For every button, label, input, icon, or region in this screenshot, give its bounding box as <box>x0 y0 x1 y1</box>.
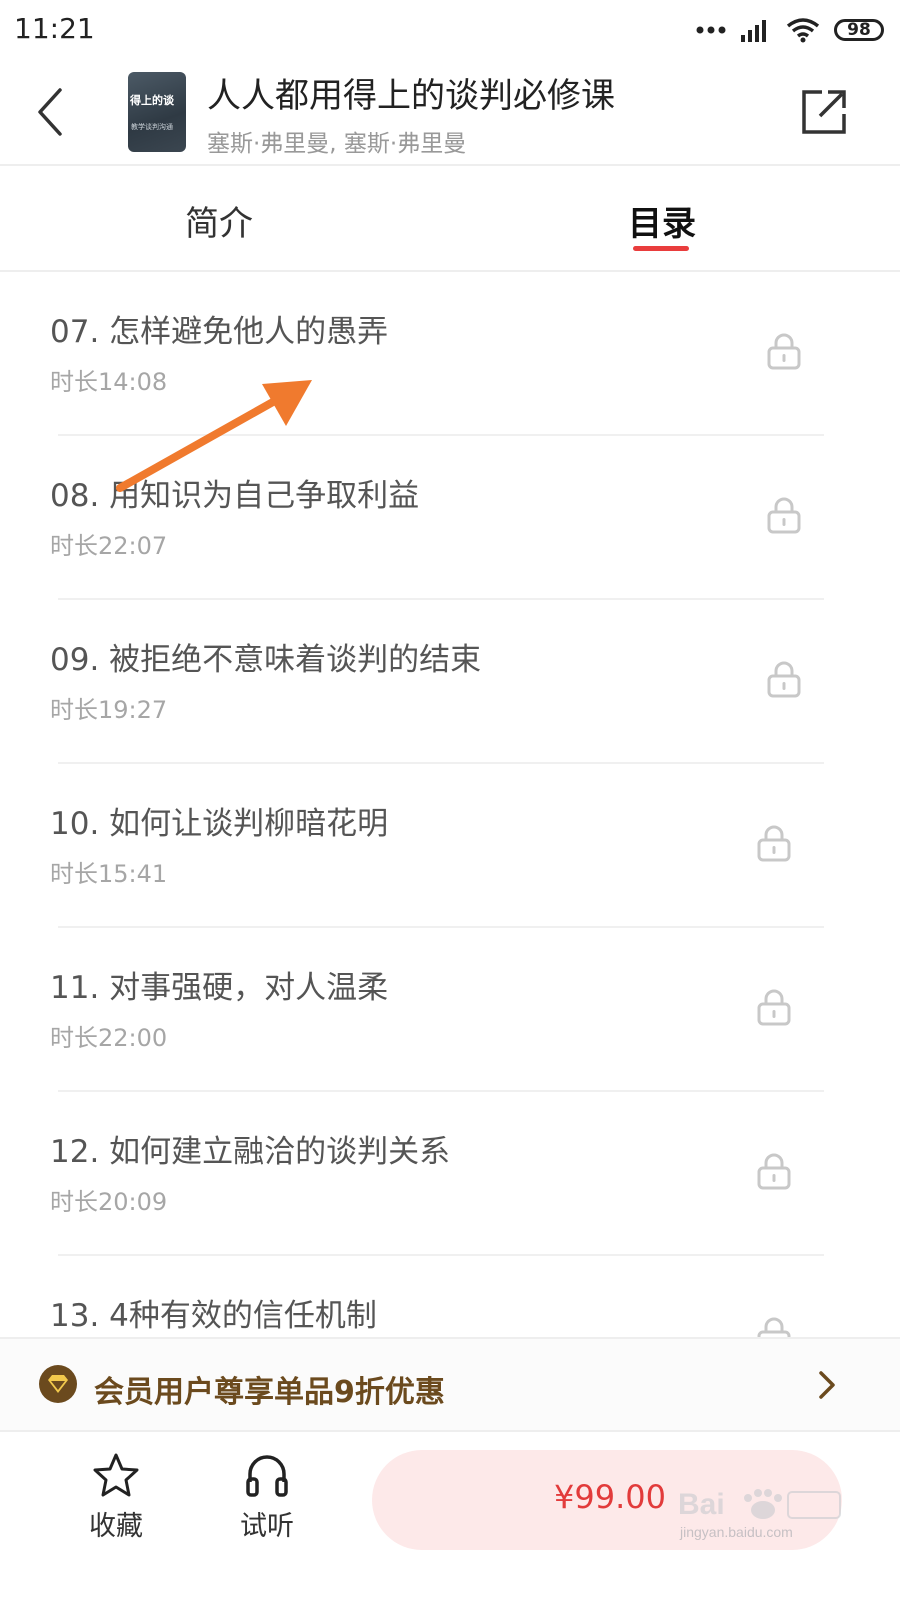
chapter-row[interactable]: 12. 如何建立融洽的谈判关系时长20:09 <box>0 1092 900 1256</box>
svg-text:Bai: Bai <box>678 1488 725 1521</box>
chapter-title: 09. 被拒绝不意味着谈判的结束 <box>50 642 482 678</box>
chapter-title: 07. 怎样避免他人的愚弄 <box>50 314 389 350</box>
lock-icon <box>767 661 801 698</box>
active-tab-indicator <box>633 246 689 251</box>
trial-listen-label: 试听 <box>240 1511 294 1542</box>
chapter-duration: 时长22:00 <box>50 1024 168 1052</box>
trial-listen-button[interactable]: 试听 <box>207 1452 327 1562</box>
signal-icon <box>741 20 766 42</box>
book-authors: 塞斯·弗里曼, 塞斯·弗里曼 <box>207 131 467 157</box>
baidu-jingyan-logo: Bai <box>678 1488 841 1521</box>
chapter-row[interactable]: 13. 4种有效的信任机制 <box>0 1256 900 1338</box>
back-arrow-icon <box>38 88 62 136</box>
favorite-button[interactable]: 收藏 <box>56 1452 176 1562</box>
back-button[interactable] <box>30 82 74 142</box>
cover-title: 得上的谈 <box>130 94 174 107</box>
lock-icon <box>757 1317 791 1338</box>
chapter-title: 13. 4种有效的信任机制 <box>50 1298 377 1334</box>
more-dots-icon <box>696 26 726 34</box>
chapter-row[interactable]: 10. 如何让谈判柳暗花明时长15:41 <box>0 764 900 928</box>
battery-level: 98 <box>847 20 871 40</box>
chapter-row[interactable]: 09. 被拒绝不意味着谈判的结束时长19:27 <box>0 600 900 764</box>
chapter-duration: 时长22:07 <box>50 532 168 560</box>
lock-icon <box>767 333 801 370</box>
watermark-url: jingyan.baidu.com <box>680 1524 793 1540</box>
member-discount-text: 会员用户尊享单品9折优惠 <box>94 1375 445 1410</box>
price: ¥99.00 <box>554 1478 666 1516</box>
wifi-icon <box>786 18 820 43</box>
cover-subtitle: 教学谈判沟通 <box>131 123 173 131</box>
annotation-arrow-icon <box>116 380 312 492</box>
status-time: 11:21 <box>14 12 95 45</box>
book-title: 人人都用得上的谈判必修课 <box>207 76 615 116</box>
share-button[interactable] <box>800 86 848 136</box>
vip-diamond-icon <box>39 1365 77 1403</box>
chapter-title: 12. 如何建立融洽的谈判关系 <box>50 1134 451 1170</box>
chevron-right-icon <box>819 1371 835 1399</box>
book-cover: 得上的谈 教学谈判沟通 <box>128 72 186 152</box>
lock-icon <box>767 497 801 534</box>
tab-catalog[interactable]: 目录 <box>628 196 696 245</box>
lock-icon <box>757 989 791 1026</box>
chapter-title: 10. 如何让谈判柳暗花明 <box>50 806 389 842</box>
header-divider <box>0 164 900 166</box>
favorite-label: 收藏 <box>89 1511 143 1542</box>
share-icon <box>802 90 846 134</box>
member-discount-banner[interactable]: 会员用户尊享单品9折优惠 <box>0 1339 900 1431</box>
status-bar: 11:21 98 <box>0 0 900 60</box>
headphones-icon <box>246 1455 288 1497</box>
lock-icon <box>757 1153 791 1190</box>
star-icon <box>93 1453 139 1497</box>
lock-icon <box>757 825 791 862</box>
chapter-row[interactable]: 11. 对事强硬，对人温柔时长22:00 <box>0 928 900 1092</box>
chapter-duration: 时长20:09 <box>50 1188 168 1216</box>
chapter-duration: 时长19:27 <box>50 696 168 724</box>
status-icons: 98 <box>696 14 884 46</box>
watermark: Bai jingyan.baidu.com <box>676 1484 846 1544</box>
tab-intro[interactable]: 简介 <box>185 196 253 245</box>
battery-icon: 98 <box>834 19 884 41</box>
chapter-title: 11. 对事强硬，对人温柔 <box>50 970 389 1006</box>
chapter-duration: 时长15:41 <box>50 860 168 888</box>
